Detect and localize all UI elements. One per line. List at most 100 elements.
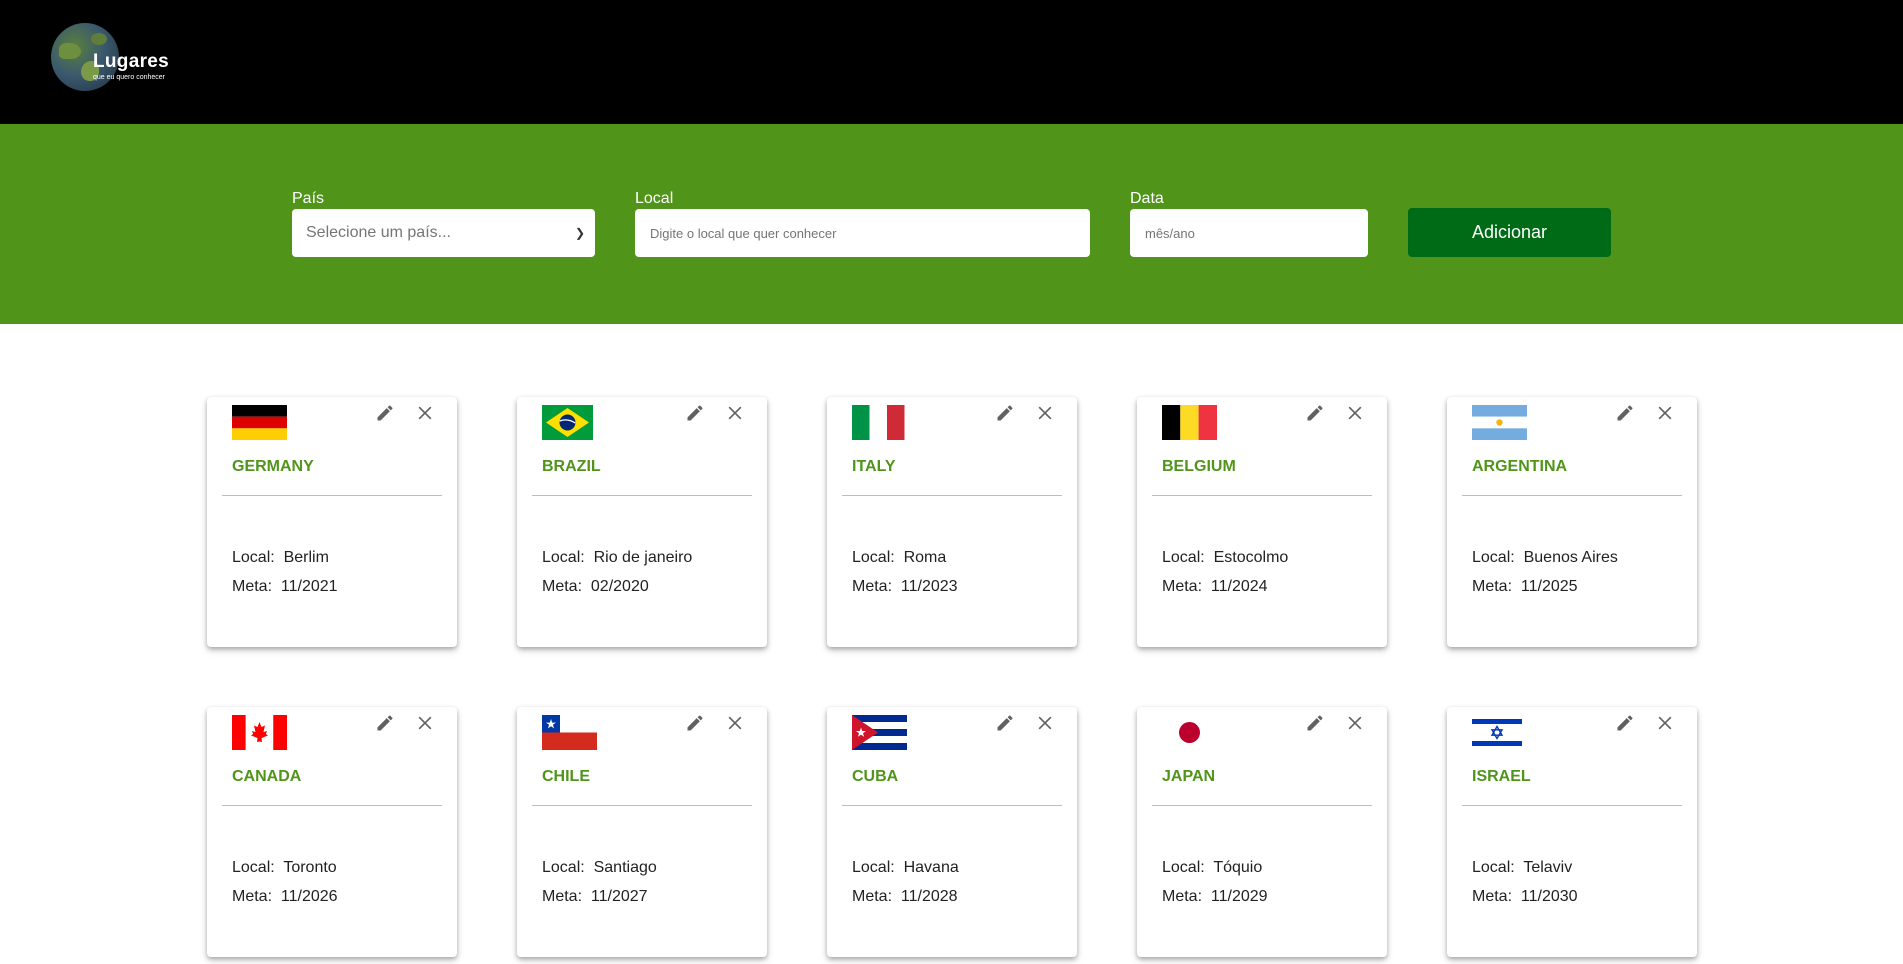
local-value: Roma — [903, 549, 947, 566]
local-value: Havana — [903, 859, 959, 876]
country-name: GERMANY — [232, 458, 314, 475]
meta-row: Meta: 11/2028 — [852, 888, 958, 905]
local-row: Local: Telaviv — [1472, 859, 1573, 876]
close-icon[interactable] — [415, 713, 435, 733]
local-value: Estocolmo — [1213, 549, 1289, 566]
close-icon[interactable] — [1035, 403, 1055, 423]
divider — [222, 495, 442, 496]
local-row: Local: Roma — [852, 549, 947, 566]
local-value: Toronto — [283, 859, 337, 876]
divider — [842, 495, 1062, 496]
country-label: País — [292, 190, 325, 207]
edit-icon[interactable] — [995, 713, 1015, 733]
divider — [1152, 805, 1372, 806]
meta-row: Meta: 11/2021 — [232, 578, 338, 595]
israel-flag-icon — [1472, 715, 1522, 750]
date-input[interactable]: mês/ano — [1130, 209, 1368, 257]
logo-title: Lugares — [93, 51, 170, 72]
place-card: CHILE Local: Santiago Meta: 11/2027 — [517, 707, 767, 957]
chevron-down-icon: ❯ — [574, 226, 585, 240]
meta-row: Meta: 11/2027 — [542, 888, 648, 905]
divider — [842, 805, 1062, 806]
place-card: ISRAEL Local: Telaviv Meta: 11/2030 — [1447, 707, 1697, 957]
edit-icon[interactable] — [1615, 403, 1635, 423]
local-row: Local: Estocolmo — [1162, 549, 1289, 566]
local-input-placeholder: Digite o local que quer conhecer — [650, 225, 837, 241]
add-button[interactable]: Adicionar — [1408, 208, 1611, 257]
chile-flag-icon — [542, 715, 597, 750]
close-icon[interactable] — [1655, 713, 1675, 733]
country-name: CUBA — [852, 768, 899, 785]
edit-icon[interactable] — [1305, 713, 1325, 733]
country-name: ITALY — [852, 458, 896, 475]
country-name: CHILE — [542, 768, 590, 785]
meta-row: Meta: 11/2029 — [1162, 888, 1268, 905]
germany-flag-icon — [232, 405, 287, 440]
cuba-flag-icon — [852, 715, 907, 750]
meta-row: Meta: 11/2023 — [852, 578, 958, 595]
brazil-flag-icon — [542, 405, 593, 440]
local-value: Santiago — [593, 859, 657, 876]
meta-value: 02/2020 — [590, 578, 649, 595]
country-name: ARGENTINA — [1472, 458, 1568, 475]
local-value: Berlim — [283, 549, 329, 566]
divider — [532, 805, 752, 806]
meta-row: Meta: 11/2024 — [1162, 578, 1268, 595]
meta-row: Meta: 02/2020 — [542, 578, 649, 595]
edit-icon[interactable] — [995, 403, 1015, 423]
meta-value: 11/2025 — [1520, 578, 1578, 595]
close-icon[interactable] — [415, 403, 435, 423]
country-name: BRAZIL — [542, 458, 601, 475]
local-value: Buenos Aires — [1523, 549, 1618, 566]
local-row: Local: Tóquio — [1162, 859, 1263, 876]
country-name: CANADA — [232, 768, 302, 785]
close-icon[interactable] — [725, 403, 745, 423]
country-name: ISRAEL — [1472, 768, 1531, 785]
country-select-value: Selecione um país... — [306, 224, 451, 241]
close-icon[interactable] — [1345, 403, 1365, 423]
meta-value: 11/2027 — [590, 888, 648, 905]
edit-icon[interactable] — [1305, 403, 1325, 423]
country-select[interactable]: Selecione um país... ❯ — [292, 209, 595, 257]
local-label: Local — [635, 190, 674, 207]
canada-flag-icon — [232, 715, 287, 750]
close-icon[interactable] — [725, 713, 745, 733]
close-icon[interactable] — [1035, 713, 1055, 733]
close-icon[interactable] — [1655, 403, 1675, 423]
meta-value: 11/2029 — [1210, 888, 1268, 905]
date-label: Data — [1130, 190, 1164, 207]
divider — [1462, 495, 1682, 496]
meta-value: 11/2021 — [280, 578, 338, 595]
close-icon[interactable] — [1345, 713, 1365, 733]
local-value: Telaviv — [1523, 859, 1573, 876]
local-row: Local: Santiago — [542, 859, 657, 876]
divider — [222, 805, 442, 806]
top-header: Lugares que eu quero conhecer — [0, 0, 1903, 124]
meta-value: 11/2026 — [280, 888, 338, 905]
logo[interactable]: Lugares que eu quero conhecer — [51, 23, 191, 93]
country-name: JAPAN — [1162, 768, 1216, 785]
meta-row: Meta: 11/2026 — [232, 888, 338, 905]
country-name: BELGIUM — [1162, 458, 1236, 475]
divider — [1152, 495, 1372, 496]
local-value: Rio de janeiro — [593, 549, 693, 566]
place-card: ITALY Local: Roma Meta: 11/2023 — [827, 397, 1077, 647]
divider — [532, 495, 752, 496]
local-row: Local: Buenos Aires — [1472, 549, 1618, 566]
local-row: Local: Toronto — [232, 859, 337, 876]
meta-row: Meta: 11/2030 — [1472, 888, 1578, 905]
place-card: GERMANY Local: Berlim Meta: 11/2021 — [207, 397, 457, 647]
place-card: BELGIUM Local: Estocolmo Meta: 11/2024 — [1137, 397, 1387, 647]
local-input[interactable]: Digite o local que quer conhecer — [635, 209, 1090, 257]
meta-value: 11/2028 — [900, 888, 958, 905]
place-card: CUBA Local: Havana Meta: 11/2028 — [827, 707, 1077, 957]
edit-icon[interactable] — [1615, 713, 1635, 733]
meta-value: 11/2024 — [1210, 578, 1268, 595]
edit-icon[interactable] — [375, 713, 395, 733]
meta-value: 11/2030 — [1520, 888, 1578, 905]
edit-icon[interactable] — [685, 403, 705, 423]
edit-icon[interactable] — [685, 713, 705, 733]
divider — [1462, 805, 1682, 806]
argentina-flag-icon — [1472, 405, 1527, 440]
edit-icon[interactable] — [375, 403, 395, 423]
